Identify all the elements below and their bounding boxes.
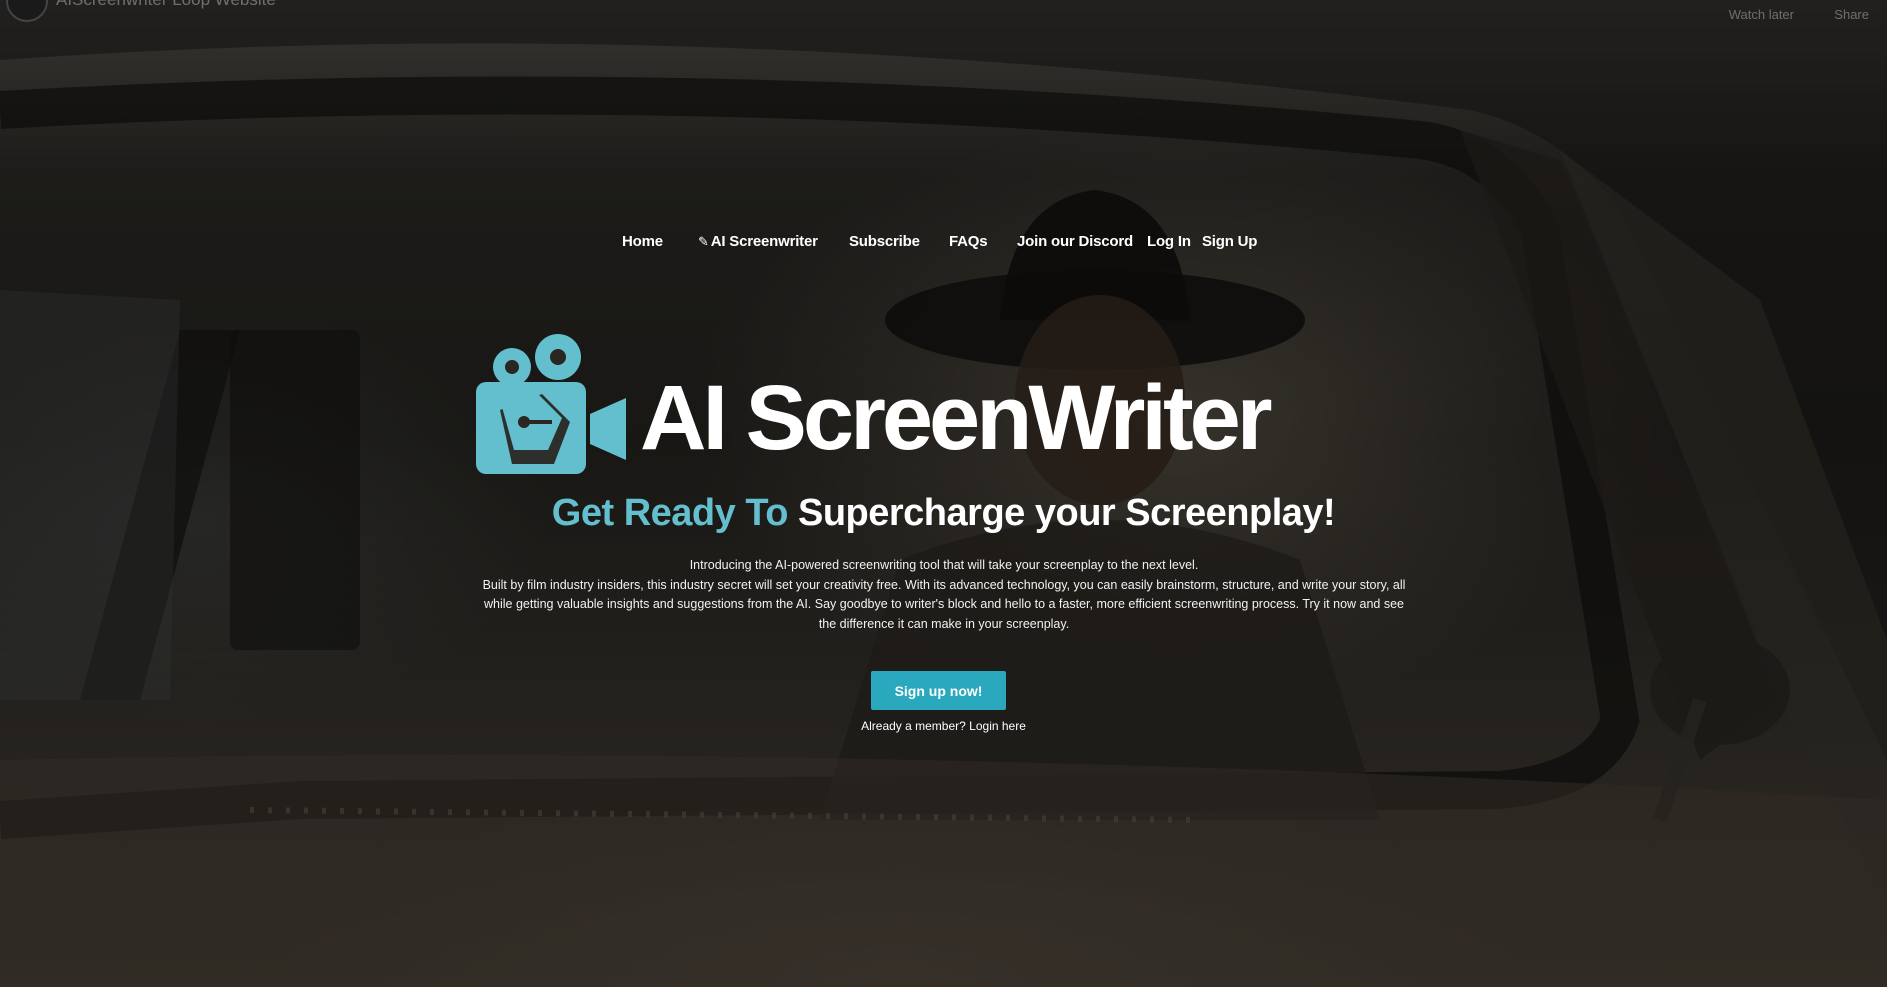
pencil-icon: ✎ — [698, 234, 709, 249]
member-text: Already a member? — [861, 719, 966, 733]
video-title[interactable]: AIScreenwriter Loop Website — [56, 0, 276, 10]
nav-home[interactable]: Home — [622, 233, 663, 250]
login-here-link[interactable]: Login here — [969, 719, 1026, 733]
headline: Get Ready To Supercharge your Screenplay… — [0, 492, 1887, 535]
video-header: AIScreenwriter Loop Website Watch later … — [0, 0, 1887, 40]
nav-log-in[interactable]: Log In — [1147, 233, 1191, 250]
share-button[interactable]: Share — [1834, 7, 1869, 22]
intro-line-2: Built by film industry insiders, this in… — [482, 577, 1406, 631]
nav-discord[interactable]: Join our Discord — [1017, 233, 1133, 250]
main-nav: Home ✎ AI Screenwriter Subscribe FAQs Joi… — [0, 233, 1887, 257]
nav-ai-screenwriter-label: AI Screenwriter — [710, 233, 818, 250]
nav-faqs[interactable]: FAQs — [949, 233, 988, 250]
watch-later-button[interactable]: Watch later — [1729, 7, 1794, 22]
channel-avatar[interactable] — [6, 0, 48, 22]
logo-wordmark: AI ScreenWriter — [640, 367, 1273, 469]
nav-sign-up[interactable]: Sign Up — [1202, 233, 1257, 250]
film-camera-pen-icon — [476, 334, 626, 474]
member-login-prompt: Already a member? Login here — [0, 719, 1887, 733]
page: AIScreenwriter Loop Website Watch later … — [0, 0, 1887, 987]
intro-text: Introducing the AI-powered screenwriting… — [474, 556, 1414, 634]
headline-accent: Get Ready To — [551, 492, 789, 534]
nav-subscribe[interactable]: Subscribe — [849, 233, 920, 250]
sign-up-now-button[interactable]: Sign up now! — [871, 671, 1006, 710]
intro-line-1: Introducing the AI-powered screenwriting… — [689, 558, 1199, 572]
nav-ai-screenwriter[interactable]: ✎ AI Screenwriter — [698, 233, 818, 250]
headline-main: Supercharge your Screenplay! — [797, 492, 1336, 534]
